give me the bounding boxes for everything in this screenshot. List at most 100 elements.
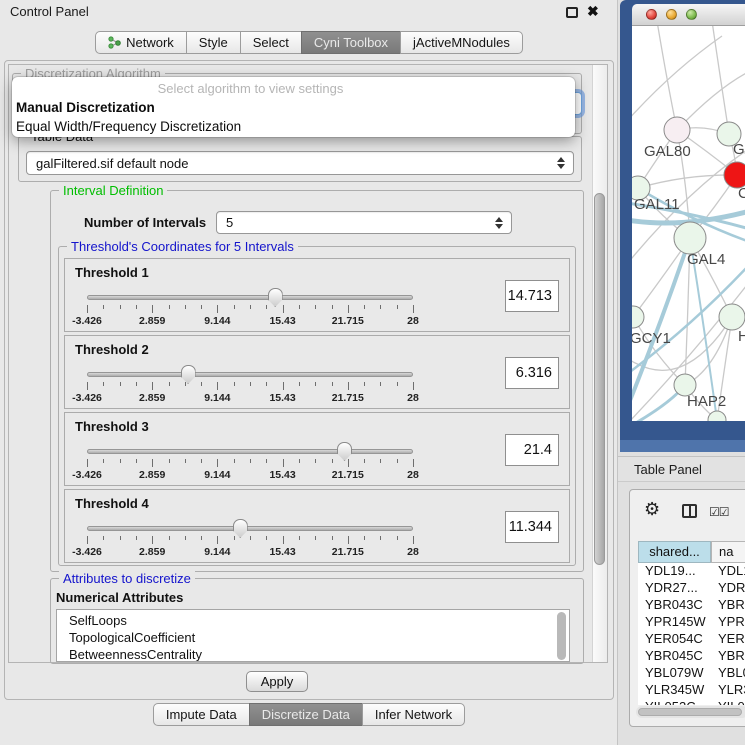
table-row[interactable]: YBR043C YBR0 (638, 597, 745, 614)
slider-tick-labels: -3.4262.8599.14415.4321.71528 (87, 315, 413, 327)
apply-button[interactable]: Apply (246, 671, 308, 692)
tab-jactivemnodules[interactable]: jActiveMNodules (400, 31, 523, 54)
node-label: C (738, 185, 745, 202)
dropdown-option-manual-discretization[interactable]: Manual Discretization (14, 98, 573, 117)
dropdown-prompt: Select algorithm to view settings (12, 81, 489, 96)
node-label: GAL4 (687, 251, 725, 268)
network-node[interactable] (708, 411, 726, 421)
table-row[interactable]: YIL052CYIL0 (638, 699, 745, 705)
main-scrollbar-thumb[interactable] (594, 193, 605, 565)
window-title: Control Panel (10, 4, 89, 19)
num-intervals-combobox[interactable]: 5 (216, 211, 512, 234)
network-window-titlebar[interactable] (632, 4, 745, 26)
zoom-traffic-light[interactable] (686, 9, 697, 20)
slider-tick-labels: -3.4262.8599.14415.4321.71528 (87, 469, 413, 481)
node-label: HAP2 (687, 393, 726, 410)
numerical-attributes-label: Numerical Attributes (56, 590, 183, 605)
table-row[interactable]: YBR045CYBR0 (638, 648, 745, 665)
network-node-h[interactable] (719, 304, 745, 330)
node-table-rows[interactable]: YDL19...YDL1YDR27... YDR2 YBR043C YBR0 YPR14… (638, 563, 745, 705)
tab-style[interactable]: Style (186, 31, 241, 54)
cell-name: YDR2 (718, 580, 745, 595)
network-node-gal4[interactable] (674, 222, 706, 254)
tab-label: jActiveMNodules (413, 35, 510, 50)
slider-track[interactable] (87, 449, 413, 454)
threshold-value-field[interactable]: 21.4 (505, 434, 559, 466)
table-row[interactable]: YER054CYER0 (638, 631, 745, 648)
threshold-slider[interactable]: -3.4262.8599.14415.4321.71528 (87, 512, 417, 560)
network-edge[interactable] (638, 175, 737, 188)
tab-cyni-toolbox[interactable]: Cyni Toolbox (301, 31, 401, 54)
node-label: GAL11 (634, 196, 680, 213)
node-label: H (738, 328, 745, 345)
gear-icon[interactable]: ⚙ (644, 500, 660, 518)
column-header-name[interactable]: na (711, 541, 745, 563)
close-icon[interactable]: ✖ (587, 3, 599, 20)
tab-discretize-data[interactable]: Discretize Data (249, 703, 363, 726)
network-graph[interactable]: GAL80GACGAL11GAL4GCY1HHAP2 (632, 26, 745, 421)
tab-impute-data[interactable]: Impute Data (153, 703, 250, 726)
threshold-slider[interactable]: -3.4262.8599.14415.4321.71528 (87, 281, 417, 329)
slider-track[interactable] (87, 295, 413, 300)
table-row[interactable]: YLR345WYLR3 (638, 682, 745, 699)
control-panel-tabbar: NetworkStyleSelectCyni Toolbox jActiveMNo… (0, 31, 618, 54)
cell-shared-name: YER054C (645, 631, 703, 646)
network-edge[interactable] (677, 71, 745, 130)
network-edge[interactable] (657, 26, 677, 130)
cell-shared-name: YIL052C (645, 699, 696, 705)
cell-name: YBR0 (718, 648, 745, 663)
threshold-value-field[interactable]: 6.316 (505, 357, 559, 389)
table-row[interactable]: YDR27... YDR2 (638, 580, 745, 597)
network-edge[interactable] (712, 26, 729, 134)
table-data-value: galFiltered.sif default node (36, 156, 188, 171)
table-data-combobox[interactable]: galFiltered.sif default node (26, 151, 574, 175)
network-node-gcy1[interactable] (632, 306, 644, 328)
slider-tick-labels: -3.4262.8599.14415.4321.71528 (87, 392, 413, 404)
column-header-shared-name[interactable]: shared... (638, 541, 711, 563)
close-traffic-light[interactable] (646, 9, 657, 20)
attributes-list[interactable]: SelfLoopsTopologicalCoefficientBetweenne… (56, 609, 570, 662)
cell-name: YLR3 (718, 682, 745, 697)
node-label: GA (733, 141, 745, 158)
threshold-slider[interactable]: -3.4262.8599.14415.4321.71528 (87, 358, 417, 406)
dropdown-option-equal-width-frequency-discretization[interactable]: Equal Width/Frequency Discretization (14, 117, 573, 136)
tab-label: Impute Data (166, 707, 237, 722)
cell-shared-name: YDR27... (645, 580, 698, 595)
threshold-value-field[interactable]: 11.344 (505, 511, 559, 543)
list-scrollbar-thumb[interactable] (557, 612, 566, 660)
threshold-slider[interactable]: -3.4262.8599.14415.4321.71528 (87, 435, 417, 483)
network-node-gal80[interactable] (664, 117, 690, 143)
float-window-icon[interactable] (566, 7, 578, 18)
attributes-group-title: Attributes to discretize (59, 571, 195, 586)
threshold-panel-2: Threshold 2-3.4262.8599.14415.4321.71528… (64, 335, 570, 409)
control-panel-window: Control Panel ✖ NetworkStyleSelectCyni T… (0, 0, 618, 745)
slider-track[interactable] (87, 372, 413, 377)
table-panel-titlebar: Table Panel (618, 456, 745, 482)
tab-infer-network[interactable]: Infer Network (362, 703, 465, 726)
attribute-item-betweennesscentrality[interactable]: BetweennessCentrality (57, 646, 569, 662)
cell-shared-name: YBR043C (645, 597, 703, 612)
table-hscrollbar-thumb[interactable] (638, 708, 742, 716)
slider-ticks (87, 459, 413, 468)
table-row[interactable]: YBL079WYBL0 (638, 665, 745, 682)
thresholds-group-title: Threshold's Coordinates for 5 Intervals (67, 239, 298, 254)
select-columns-icon[interactable]: ☑☑ (709, 505, 729, 519)
split-columns-icon[interactable] (682, 504, 697, 518)
node-label: GCY1 (632, 330, 671, 347)
table-panel-body: ⚙ ☑☑ shared... na YDL19...YDL1YDR27...YD… (629, 489, 745, 727)
threshold-value-field[interactable]: 14.713 (505, 280, 559, 312)
network-edge[interactable] (632, 36, 722, 121)
table-row[interactable]: YDL19...YDL1 (638, 563, 745, 580)
table-row[interactable]: YPR145WYPR1 (638, 614, 745, 631)
attribute-item-selfloops[interactable]: SelfLoops (57, 610, 569, 629)
attribute-item-topologicalcoefficient[interactable]: TopologicalCoefficient (57, 629, 569, 646)
cell-name: YBR0 (718, 597, 745, 612)
tab-select[interactable]: Select (240, 31, 302, 54)
minimize-traffic-light[interactable] (666, 9, 677, 20)
tab-network[interactable]: Network (95, 31, 187, 54)
slider-track[interactable] (87, 526, 413, 531)
cell-name: YBL0 (718, 665, 745, 680)
network-view-canvas[interactable]: GAL80GACGAL11GAL4GCY1HHAP2 (632, 26, 745, 421)
cell-shared-name: YDL19... (645, 563, 696, 578)
combo-stepper-icon (557, 157, 566, 169)
